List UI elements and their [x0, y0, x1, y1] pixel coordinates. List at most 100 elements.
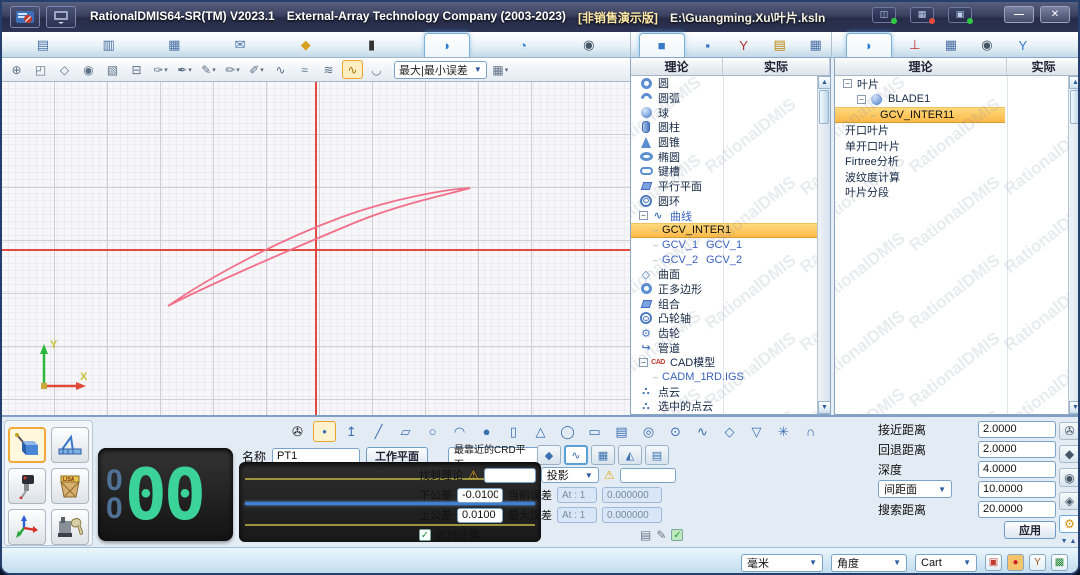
tree-item[interactable]: ↪管道	[631, 340, 817, 355]
render-mode-tab[interactable]: ◆	[293, 33, 319, 57]
error-mode-dropdown[interactable]: 最大|最小误差▼	[394, 61, 487, 79]
scroll-down-icon[interactable]: ▼	[1069, 401, 1080, 414]
projection-input[interactable]	[620, 468, 676, 483]
scan-line-icon[interactable]: ∿	[270, 60, 291, 79]
tree-item[interactable]: 圆	[631, 76, 817, 91]
cone-tool[interactable]: △	[529, 421, 552, 442]
tree-item[interactable]: −∿曲线	[631, 208, 817, 223]
tree-item-actual[interactable]: GCV_2	[706, 254, 742, 266]
parameter-input[interactable]	[978, 461, 1056, 478]
found-theory-input[interactable]	[484, 468, 536, 483]
ellipse-tool[interactable]: ◯	[556, 421, 579, 442]
strip-scroll-arrows[interactable]: ▼▲	[1061, 538, 1079, 545]
tree-item-selected[interactable]: –GCV_INTER11	[835, 107, 1005, 123]
unit-dropdown[interactable]: 毫米▼	[741, 554, 823, 572]
measure-mode-button[interactable]	[8, 427, 46, 463]
scroll-up-icon[interactable]: ▲	[1069, 76, 1080, 89]
arc-view-tab[interactable]: ◔	[510, 33, 536, 57]
tree-item[interactable]: 组合	[631, 296, 817, 311]
table-view-tab[interactable]: ▦	[591, 445, 615, 465]
probe-edge-icon[interactable]: ✐	[246, 60, 267, 79]
angle-view-tab[interactable]: ◭	[618, 445, 642, 465]
basket-tab[interactable]: ▤	[767, 33, 793, 57]
tree-item[interactable]: 球	[631, 105, 817, 120]
select-region-icon[interactable]: ▧	[102, 60, 123, 79]
probe-align-tab[interactable]: Y	[1010, 33, 1036, 57]
tree-item[interactable]: 平行平面	[631, 179, 817, 194]
tree-item[interactable]: 凸轮轴	[631, 311, 817, 326]
parameter-input[interactable]	[978, 421, 1056, 438]
tree-item[interactable]: –CADM_1RD.IGS	[631, 370, 817, 385]
ring-tool[interactable]: ⊙	[664, 421, 687, 442]
actual-column-header[interactable]: 实际	[723, 58, 830, 75]
dro-window-icon[interactable]: ▦	[910, 7, 934, 23]
projection-dropdown[interactable]: 投影▼	[541, 467, 599, 483]
tree-item[interactable]: −BLADE1	[835, 92, 1068, 108]
airfoil-curve[interactable]	[168, 188, 470, 306]
lisa-box-button[interactable]: LISA	[51, 468, 89, 504]
joystick-status-icon[interactable]: ◫	[872, 7, 896, 23]
lower-tolerance-input[interactable]	[457, 488, 503, 503]
print-tab[interactable]: ▤	[30, 33, 56, 57]
search-panel-tab[interactable]: ◉	[1059, 468, 1080, 486]
grid-view-tab[interactable]: ▦	[161, 33, 187, 57]
device-tab[interactable]: ▮	[359, 33, 385, 57]
parameter-input[interactable]	[978, 441, 1056, 458]
plane-tool[interactable]: ▱	[394, 421, 417, 442]
tree-item[interactable]: 正多边形	[631, 282, 817, 297]
tree-item[interactable]: 圆环	[631, 194, 817, 209]
point-vector-tool[interactable]: ↥	[340, 421, 363, 442]
tree-item[interactable]: 单开口叶片	[835, 138, 1068, 154]
screen-tab[interactable]: ▦	[803, 33, 829, 57]
curve-fit-icon[interactable]: ◡	[366, 60, 387, 79]
feature-tree-scrollbar[interactable]: ▲ ▼	[817, 76, 830, 414]
display-mode-icon[interactable]: ▦	[490, 60, 511, 79]
capture-tab[interactable]: ◉	[576, 33, 602, 57]
tree-item[interactable]: 椭圆	[631, 149, 817, 164]
minimize-button[interactable]: —	[1004, 6, 1034, 23]
upper-tolerance-input[interactable]	[457, 508, 503, 523]
tree-item[interactable]: ∴点云	[631, 384, 817, 399]
apply-button[interactable]: 应用	[1004, 521, 1056, 539]
parallel-planes-tool[interactable]: ▤	[610, 421, 633, 442]
confirm-checkbox[interactable]: ✓	[671, 529, 683, 541]
spacing-plane-dropdown[interactable]: 间距面▼	[878, 480, 952, 498]
solid-feature-tab[interactable]: ■	[639, 33, 685, 57]
pan-icon[interactable]: ◇	[54, 60, 75, 79]
list-view-tab[interactable]: ▤	[645, 445, 669, 465]
expand-collapse-icon[interactable]: −	[843, 79, 852, 88]
theory-column-header[interactable]: 理论	[631, 58, 723, 75]
tree-item[interactable]: 圆弧	[631, 91, 817, 106]
tree-item[interactable]: 波纹度计算	[835, 169, 1068, 185]
probe-point-icon[interactable]: ✑	[150, 60, 171, 79]
evaluate-mode-button[interactable]	[51, 427, 89, 463]
tree-item[interactable]: –GCV_1GCV_1	[631, 238, 817, 253]
sphere-tool[interactable]: ●	[475, 421, 498, 442]
tree-item[interactable]: ⚙齿轮	[631, 326, 817, 341]
point-tool[interactable]: •	[313, 421, 336, 442]
tree-item-selected[interactable]: –GCV_INTER1	[631, 223, 817, 238]
bounds-status-icon[interactable]: ▣	[985, 554, 1002, 571]
tree-item[interactable]: 叶片分段	[835, 185, 1068, 201]
tree-item[interactable]: −叶片	[835, 76, 1068, 92]
theory-column-header[interactable]: 理论	[835, 58, 1007, 75]
machine-panel-tab[interactable]: ✇	[1059, 422, 1080, 440]
probe-scan-icon[interactable]: ✎	[198, 60, 219, 79]
tree-item[interactable]: ◇曲面	[631, 267, 817, 282]
coordinate-dropdown[interactable]: Cart▼	[915, 554, 977, 572]
zoom-window-icon[interactable]: ◰	[30, 60, 51, 79]
dro-status-icon[interactable]: ▩	[1051, 554, 1068, 571]
export-tab[interactable]: ✉	[227, 33, 253, 57]
parameter-input[interactable]	[978, 501, 1056, 518]
probe-status-icon[interactable]: Y	[1029, 554, 1046, 571]
table-tab[interactable]: ▦	[938, 33, 964, 57]
expand-collapse-icon[interactable]: −	[639, 211, 648, 220]
curve-tool[interactable]: ∿	[691, 421, 714, 442]
gear-tool[interactable]: ✳	[772, 421, 795, 442]
polygon-tool[interactable]: ▽	[745, 421, 768, 442]
camera-tab[interactable]: ◉	[974, 33, 1000, 57]
tree-item[interactable]: Firtree分析	[835, 154, 1068, 170]
scan-wave-icon[interactable]: ≈	[294, 60, 315, 79]
tree-item-actual[interactable]: RD.IGS	[706, 371, 744, 383]
shape-analysis-tab[interactable]: ◗	[846, 33, 892, 57]
